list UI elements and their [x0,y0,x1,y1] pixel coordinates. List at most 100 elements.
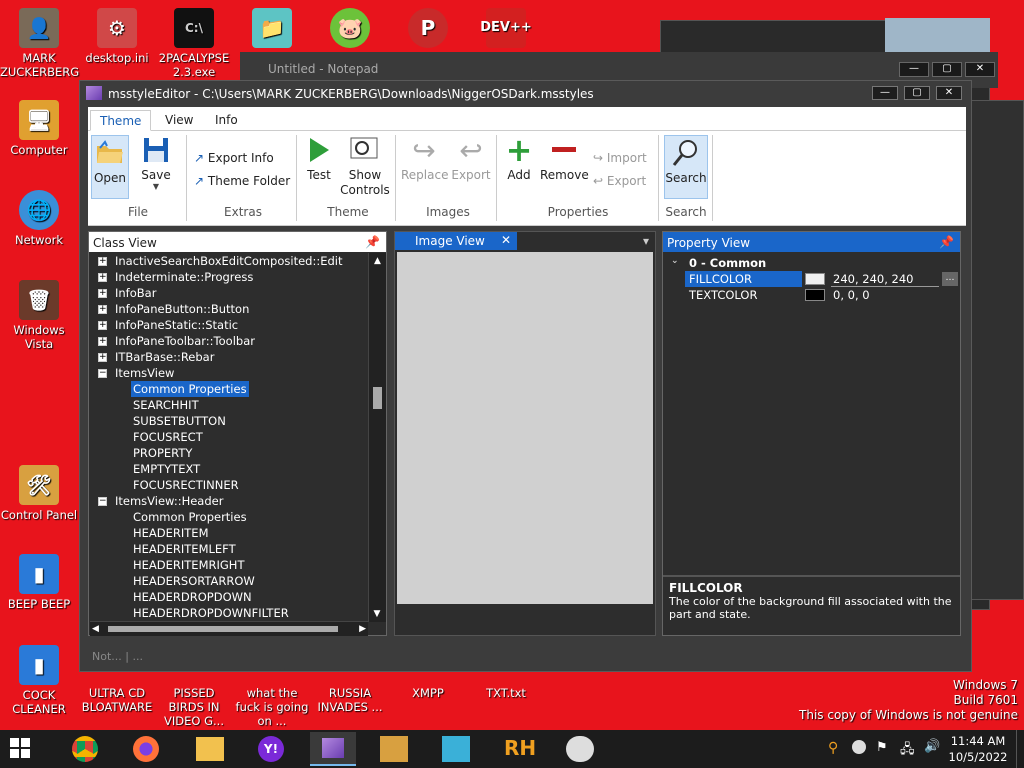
theme-folder-button[interactable]: ↗ Theme Folder [194,174,290,188]
notepad-minimize-button[interactable]: — [899,62,929,77]
replace-button[interactable]: ↪ Replace [401,134,448,183]
export-property-button[interactable]: ↩ Export [593,174,646,188]
open-button[interactable]: Open [91,135,129,199]
close-button[interactable]: ✕ [936,86,962,100]
show-controls-button[interactable]: Show Controls [340,135,390,198]
yahoo-taskbar-icon[interactable]: Y! [258,736,284,762]
property-value[interactable]: 0, 0, 0 [831,287,939,303]
pin-icon[interactable]: 📌 [939,235,954,249]
save-button[interactable]: Save ▼ [136,135,176,191]
property-group-header[interactable]: ⌄ 0 - Common [663,255,960,271]
desktop-icon-control-panel[interactable]: 🛠 Control Panel [0,465,78,522]
tree-row[interactable]: + InfoPaneStatic::Static [90,317,368,333]
paint-taskbar-icon[interactable] [566,736,594,762]
desktop-icon-p-app[interactable]: P [389,8,467,51]
desktop-icon-network[interactable]: 🌐 Network [0,190,78,247]
tree-row[interactable]: + Indeterminate::Progress [90,269,368,285]
notepad-close-button[interactable]: ✕ [965,62,995,77]
desktop-icon-beep-beep[interactable]: ▮ BEEP BEEP [0,554,78,611]
tree-row[interactable]: + InfoPaneButton::Button [90,301,368,317]
expand-icon[interactable]: + [98,289,107,298]
expand-icon[interactable]: + [98,257,107,266]
expand-icon[interactable]: + [98,337,107,346]
desktop-icon-txt[interactable]: TXT.txt [467,686,545,700]
clock[interactable]: 11:44 AM 10/5/2022 [948,733,1008,765]
tab-view[interactable]: View [156,110,202,131]
desktop-icon-pissed-birds[interactable]: PISSED BIRDS IN VIDEO G... [155,686,233,728]
app-taskbar-icon[interactable] [442,736,470,762]
export-image-button[interactable]: ↩ Export [450,134,492,183]
desktop-icon-ultra-cd[interactable]: ULTRA CD BLOATWARE [78,686,156,714]
desktop-icon-russia[interactable]: RUSSIA INVADES ... [311,686,389,714]
expand-icon[interactable]: + [98,305,107,314]
close-icon[interactable]: ✕ [501,233,511,247]
class-tree-hscroll[interactable]: ◀ ▶ [90,621,368,636]
ellipsis-button[interactable]: … [942,272,958,286]
tree-row[interactable]: HEADERDROPDOWNFILTER [90,605,368,621]
chevron-down-icon[interactable]: ▾ [643,234,649,248]
desktop-icon-angry-birds[interactable]: 🐷 [311,8,389,51]
expand-icon[interactable]: + [98,321,107,330]
scroll-thumb[interactable] [373,387,382,409]
show-desktop-button[interactable] [1016,730,1024,768]
tab-theme[interactable]: Theme [90,110,152,131]
scroll-up-arrow[interactable]: ▲ [369,253,386,269]
scroll-left-arrow[interactable]: ◀ [92,622,99,636]
search-button[interactable]: Search [664,135,708,199]
tree-row[interactable]: HEADERDROPDOWN [90,589,368,605]
tab-info[interactable]: Info [206,110,247,131]
tree-row[interactable]: HEADERITEMRIGHT [90,557,368,573]
expand-icon[interactable]: + [98,273,107,282]
tree-row[interactable]: + ITBarBase::Rebar [90,349,368,365]
notepad-maximize-button[interactable]: ▢ [932,62,962,77]
tree-row[interactable]: HEADERITEM [90,525,368,541]
chrome-taskbar-icon[interactable] [72,736,98,762]
scroll-thumb[interactable] [108,626,338,632]
tree-row[interactable]: HEADERSORTARROW [90,573,368,589]
scroll-right-arrow[interactable]: ▶ [359,622,366,636]
test-button[interactable]: Test [302,135,336,182]
tree-row[interactable]: + InactiveSearchBoxEditComposited::Edit [90,253,368,269]
tray-search-icon[interactable]: ⚲ [828,740,838,756]
tray-flag-icon[interactable]: ⚑ [876,740,888,755]
property-row-textcolor[interactable]: TEXTCOLOR 0, 0, 0 [685,287,960,303]
scroll-down-arrow[interactable]: ▼ [369,606,385,622]
collapse-icon[interactable]: − [98,497,107,506]
tree-row[interactable]: − ItemsView [90,365,368,381]
export-info-button[interactable]: ↗ Export Info [194,151,274,165]
property-row-fillcolor[interactable]: FILLCOLOR 240, 240, 240 … [685,271,960,287]
minimize-button[interactable]: — [872,86,898,100]
expand-icon[interactable]: + [98,353,107,362]
window-titlebar[interactable]: msstyleEditor - C:\Users\MARK ZUCKERBERG… [80,81,971,105]
app-taskbar-icon[interactable] [380,736,408,762]
desktop-icon-2pacalypse[interactable]: C:\ 2PACALYPSE 2.3.exe [155,8,233,79]
desktop-icon-xmpp[interactable]: XMPP [389,686,467,700]
tree-row[interactable]: Common Properties [90,381,368,397]
collapse-icon[interactable]: − [98,369,107,378]
collapse-icon[interactable]: ⌄ [671,256,679,266]
class-tree-vscroll[interactable]: ▲ ▼ [368,253,386,622]
msstyleeditor-taskbar-icon[interactable] [310,732,356,766]
explorer-taskbar-icon[interactable] [196,737,224,761]
maximize-button[interactable]: ▢ [904,86,930,100]
add-button[interactable]: + Add [502,131,536,182]
desktop-icon-cock-cleaner[interactable]: ▮ COCK CLEANER [0,645,78,716]
tree-row[interactable]: HEADERITEMLEFT [90,541,368,557]
tree-row[interactable]: − ItemsView::Header [90,493,368,509]
desktop-icon-computer[interactable]: 🖥 Computer [0,100,78,157]
desktop-icon-mark-zuckerberg[interactable]: 👤 MARK ZUCKERBERG [0,8,79,79]
tree-row[interactable]: SEARCHHIT [90,397,368,413]
tree-row[interactable]: + InfoPaneToolbar::Toolbar [90,333,368,349]
desktop-icon-desktop-ini[interactable]: ⚙ desktop.ini [78,8,156,65]
tree-row[interactable]: Common Properties [90,509,368,525]
tray-volume-icon[interactable]: 🔊 [924,739,940,754]
tree-row[interactable]: PROPERTY [90,445,368,461]
tree-row[interactable]: FOCUSRECT [90,429,368,445]
import-button[interactable]: ↪ Import [593,151,647,165]
start-button[interactable] [10,738,32,760]
rh-taskbar-icon[interactable]: RH [504,736,536,762]
desktop-icon-windows-vista[interactable]: 🗑 Windows Vista [0,280,78,351]
firefox-taskbar-icon[interactable] [133,736,159,762]
tree-row[interactable]: EMPTYTEXT [90,461,368,477]
tray-network-icon[interactable]: 🖧 [900,740,915,762]
